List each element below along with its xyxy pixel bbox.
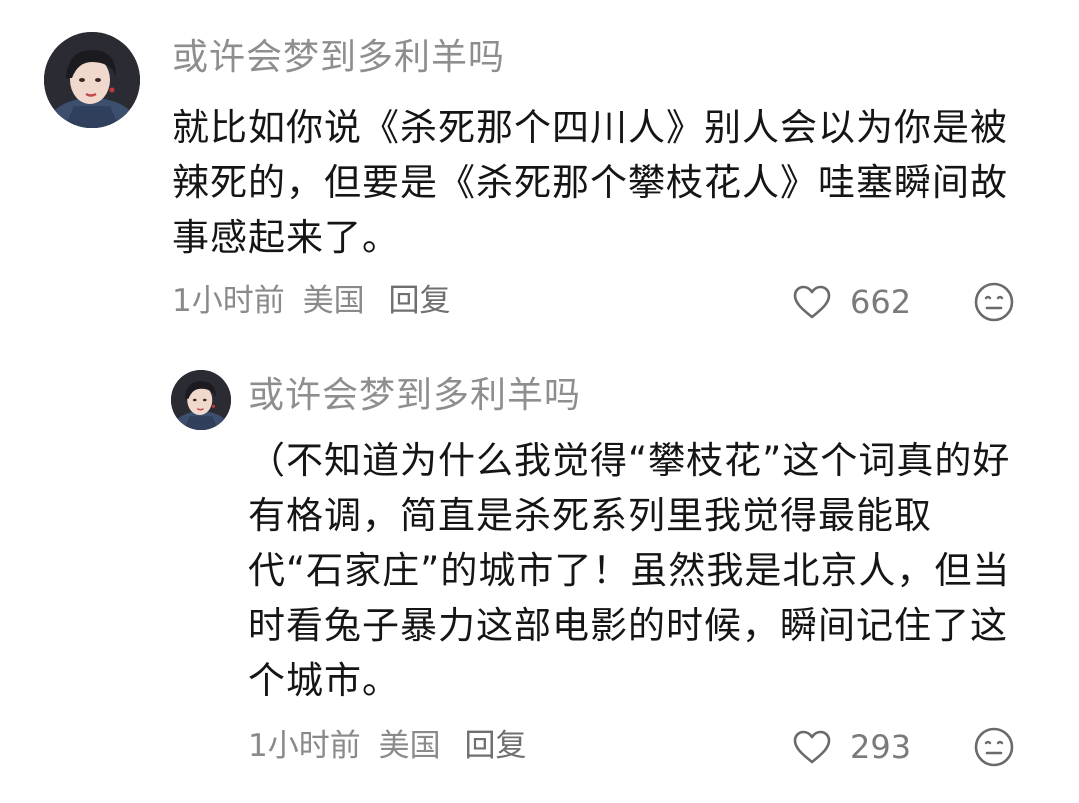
like-count: 293 [850,728,912,766]
comment-text: 就比如你说《杀死那个四川人》别人会以为你是被辣死的，但要是《杀死那个攀枝花人》哇… [172,106,1008,259]
reply-meta: 1小时前 美国 回复 [248,726,526,766]
avatar[interactable] [44,32,140,128]
reply-time: 1小时前 [248,728,361,764]
reply-item: 或许会梦到多利羊吗 （不知道为什么我觉得“攀枝花”这个词真的好有格调，简直是杀死… [0,340,1079,803]
comment-meta: 1小时前 美国 回复 [172,281,450,321]
like-button[interactable]: 662 [792,280,911,324]
avatar-image [44,32,140,128]
comment-username[interactable]: 或许会梦到多利羊吗 [172,36,505,80]
comment-location: 美国 [302,283,365,319]
comment-time: 1小时前 [172,283,285,319]
reply-text: （不知道为什么我觉得“攀枝花”这个词真的好有格调，简直是杀死系列里我觉得最能取代… [248,439,1011,702]
reply-location: 美国 [378,728,441,764]
dislike-button[interactable] [973,281,1015,323]
comment-item: 或许会梦到多利羊吗 就比如你说《杀死那个四川人》别人会以为你是被辣死的，但要是《… [0,0,1079,340]
reply-button[interactable]: 回复 [388,281,450,321]
like-count: 662 [850,283,912,321]
heart-outline-icon [793,730,831,764]
neutral-face-icon [974,727,1014,767]
reply-username[interactable]: 或许会梦到多利羊吗 [248,374,581,418]
neutral-face-icon [974,282,1014,322]
dislike-button[interactable] [973,726,1015,768]
reply-button[interactable]: 回复 [464,726,526,766]
like-button[interactable]: 293 [792,725,911,769]
avatar[interactable] [171,370,231,430]
avatar-image [171,370,231,430]
heart-outline-icon [793,285,831,319]
